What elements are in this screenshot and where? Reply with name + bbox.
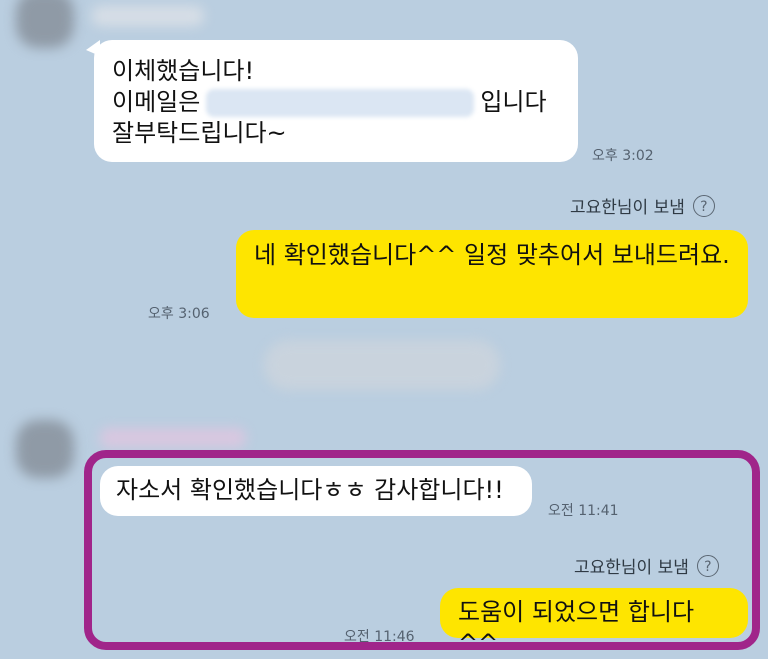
message-time: 오전 11:41 — [548, 503, 619, 519]
message-text: 이체했습니다! — [112, 57, 255, 85]
contact-name — [100, 428, 246, 448]
outgoing-message-bubble[interactable]: 네 확인했습니다^^ 일정 맞추어서 보내드려요. — [236, 230, 748, 318]
incoming-message-bubble[interactable]: 이체했습니다! 이메일은 입니다 잘부탁드립니다~ — [94, 40, 578, 162]
redacted-email — [206, 89, 475, 117]
message-time: 오후 3:02 — [592, 148, 654, 164]
message-text: 네 확인했습니다^^ 일정 맞추어서 보내드려요. — [254, 241, 730, 269]
help-icon[interactable]: ? — [696, 554, 719, 577]
message-text: 이메일은 입니다 — [112, 88, 547, 117]
contact-avatar[interactable] — [16, 420, 74, 478]
sender-label: 고요한님이 보냄 — [570, 198, 685, 218]
message-time: 오전 11:46 — [344, 629, 415, 645]
sender-label-row: 고요한님이 보냄 ? — [570, 193, 715, 218]
message-time: 오후 3:06 — [148, 306, 210, 322]
sender-label: 고요한님이 보냄 — [574, 558, 689, 578]
outgoing-message-bubble[interactable]: 도움이 되었으면 합니다^^ — [440, 588, 748, 657]
incoming-message-bubble[interactable]: 자소서 확인했습니다ㅎㅎ 감사합니다!! — [100, 466, 532, 516]
message-text: 잘부탁드립니다~ — [112, 119, 287, 147]
help-icon[interactable]: ? — [692, 194, 715, 217]
message-text: 자소서 확인했습니다ㅎㅎ 감사합니다!! — [116, 476, 504, 504]
contact-name — [92, 6, 204, 26]
blurred-attachment[interactable] — [264, 340, 500, 390]
contact-avatar[interactable] — [16, 0, 74, 48]
sender-label-row: 고요한님이 보냄 ? — [574, 553, 719, 578]
